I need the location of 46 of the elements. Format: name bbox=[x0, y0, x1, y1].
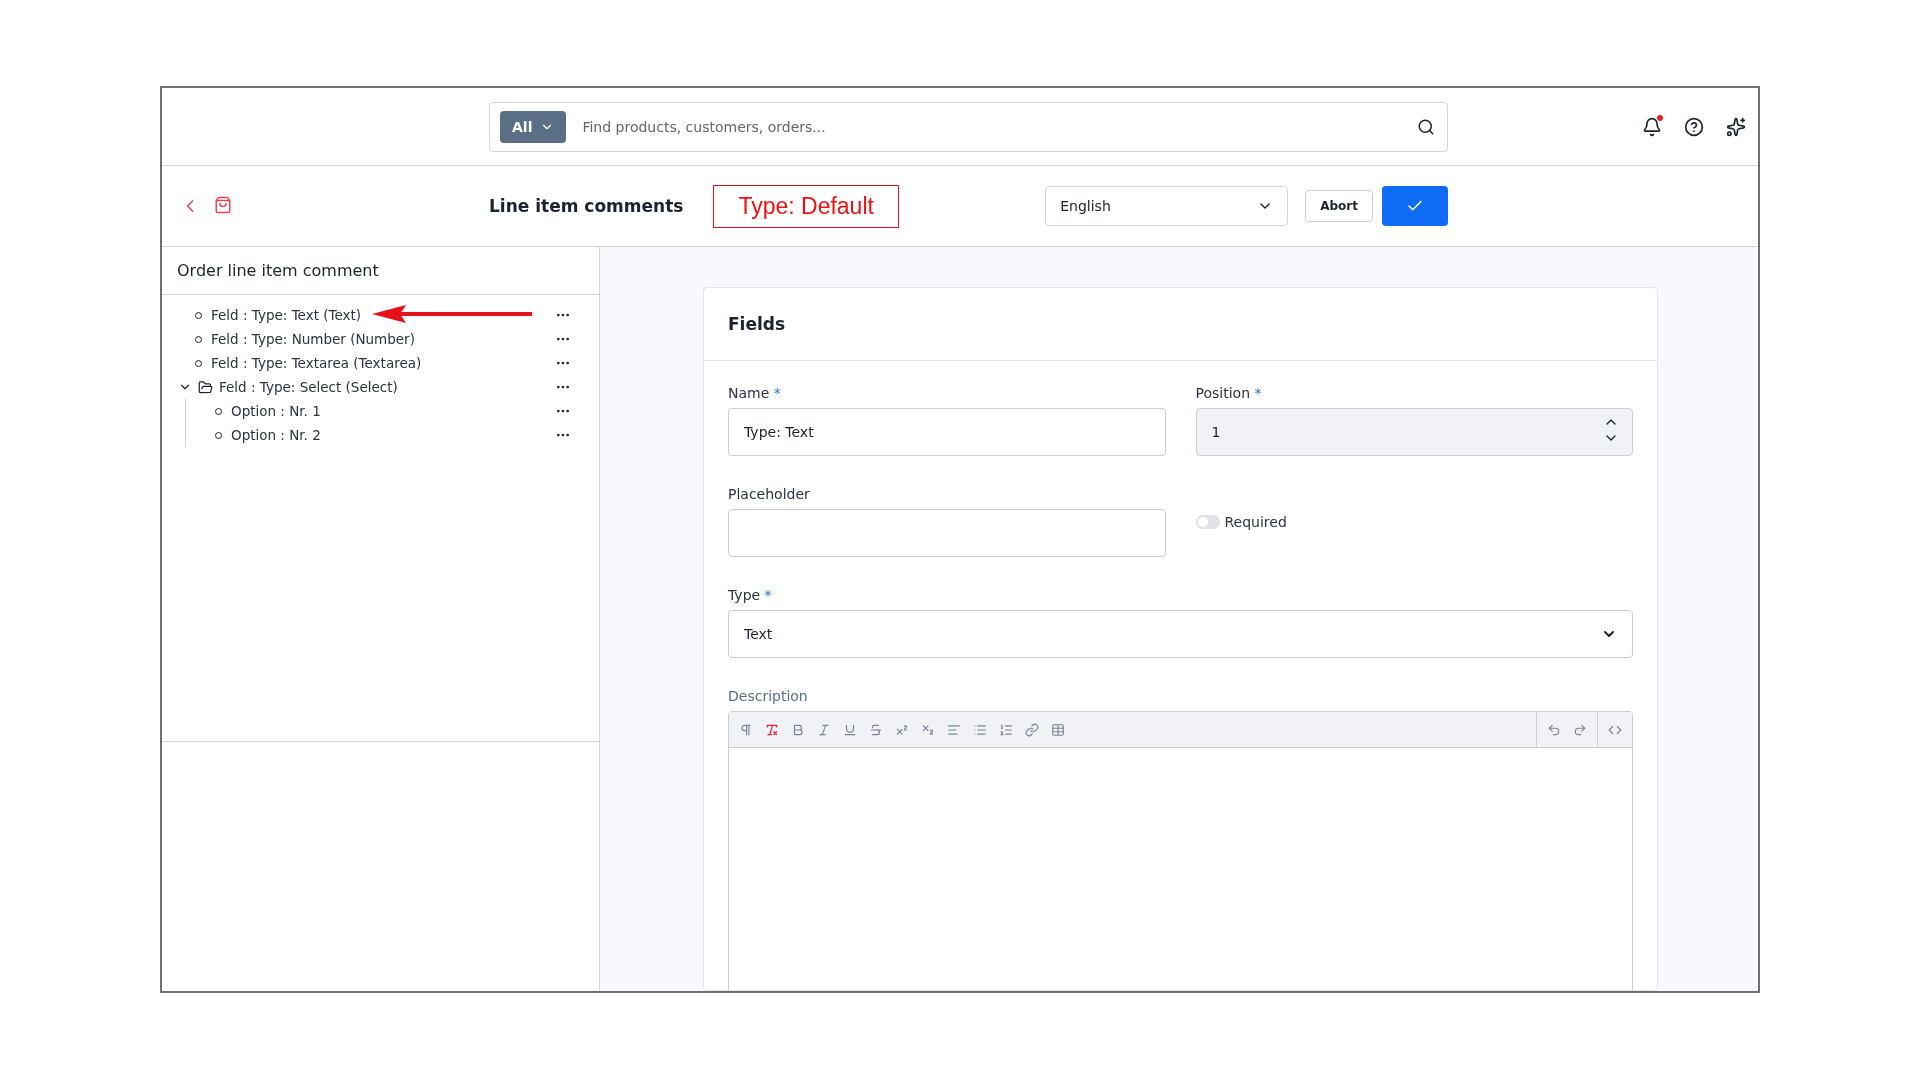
notification-button[interactable] bbox=[1642, 116, 1662, 137]
underline-button[interactable] bbox=[843, 722, 857, 737]
align-button[interactable] bbox=[947, 722, 961, 737]
annotation-label: Type: Default bbox=[713, 184, 899, 228]
tree-item-label[interactable]: Option : Nr. 1 bbox=[231, 403, 555, 419]
type-select[interactable]: Text bbox=[728, 610, 1633, 658]
paragraph-button[interactable] bbox=[739, 722, 753, 737]
strikethrough-button[interactable] bbox=[869, 722, 883, 737]
tree-item-label[interactable]: Feld : Type: Number (Number) bbox=[211, 331, 555, 347]
field-label: Placeholder bbox=[728, 486, 811, 502]
scope-dropdown[interactable]: All bbox=[500, 110, 567, 143]
sidebar-title: Order line item comment bbox=[162, 247, 599, 295]
search-field[interactable]: All Find products, customers, orders... bbox=[489, 101, 1448, 152]
required-toggle[interactable] bbox=[1195, 515, 1220, 529]
search-icon[interactable] bbox=[1417, 117, 1435, 136]
bullet-list-button[interactable] bbox=[973, 722, 987, 737]
field-label: Type * bbox=[728, 587, 773, 603]
field-label: Description bbox=[728, 688, 809, 704]
subscript-button[interactable] bbox=[921, 722, 935, 737]
language-select[interactable]: English bbox=[1045, 186, 1289, 226]
clear-format-button[interactable] bbox=[765, 722, 779, 737]
tree-item-label[interactable]: Feld : Type: Select (Select) bbox=[219, 379, 555, 395]
redo-button[interactable] bbox=[1573, 722, 1587, 737]
numbered-list-button[interactable] bbox=[999, 722, 1013, 737]
placeholder-input[interactable] bbox=[728, 509, 1166, 557]
card-title: Fields bbox=[704, 288, 1657, 361]
tree-item-label[interactable]: Feld : Type: Text (Text) bbox=[211, 307, 555, 323]
field-label: Name * bbox=[728, 385, 782, 401]
link-button[interactable] bbox=[1025, 722, 1039, 737]
field-label: Position * bbox=[1195, 385, 1263, 401]
undo-button[interactable] bbox=[1547, 722, 1561, 737]
toggle-label: Required bbox=[1224, 514, 1287, 530]
table-button[interactable] bbox=[1051, 722, 1065, 737]
abort-button[interactable]: Abort bbox=[1305, 190, 1373, 222]
italic-button[interactable] bbox=[817, 722, 831, 737]
tree-item-label[interactable]: Feld : Type: Textarea (Textarea) bbox=[211, 355, 555, 371]
bold-button[interactable] bbox=[791, 722, 805, 737]
help-button[interactable] bbox=[1684, 116, 1704, 137]
name-input[interactable]: Type: Text bbox=[728, 408, 1166, 456]
page-title: Line item comments bbox=[489, 196, 684, 216]
sparkle-button[interactable] bbox=[1726, 116, 1746, 137]
superscript-button[interactable] bbox=[895, 722, 909, 737]
bag-icon bbox=[214, 196, 232, 214]
folder-icon bbox=[198, 379, 213, 395]
position-input[interactable]: 1 bbox=[1195, 408, 1633, 456]
tree-item-label[interactable]: Option : Nr. 2 bbox=[231, 427, 555, 443]
